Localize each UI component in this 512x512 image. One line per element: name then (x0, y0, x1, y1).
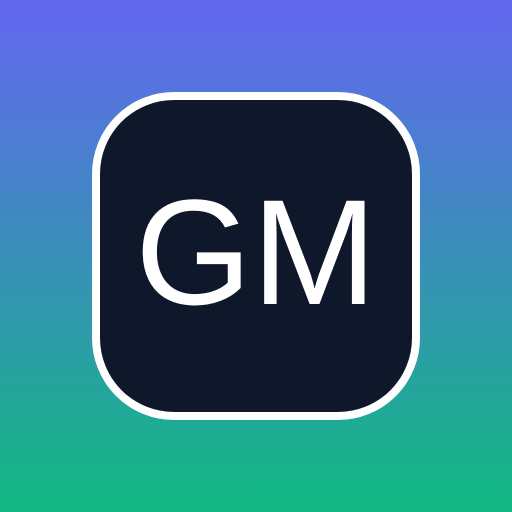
monogram-text: GM (135, 168, 377, 336)
app-icon-tile: GM (92, 92, 420, 420)
